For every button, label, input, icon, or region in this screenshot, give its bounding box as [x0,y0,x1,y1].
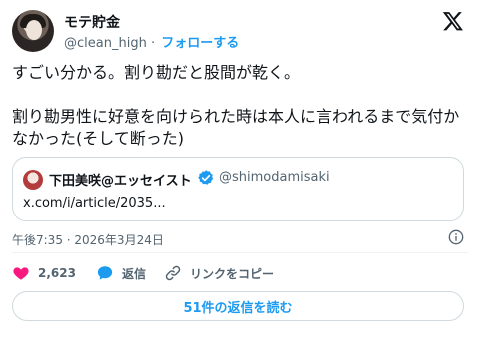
action-bar: 2,623 返信 リンクをコピー [12,262,468,284]
quoted-author-handle: @shimodamisaki [219,170,330,185]
avatar-face [26,20,42,40]
heart-icon [13,267,29,280]
quoted-article-link[interactable]: x.com/i/article/2035... [23,196,166,211]
author-handle-row: @clean_high · フォローする [64,32,239,51]
link-icon [165,265,181,281]
quoted-post[interactable]: 下田美咲@エッセイスト @shimodamisaki x.com/i/artic… [12,157,464,221]
reply-label: 返信 [122,266,147,281]
like-count: 2,623 [38,266,76,280]
follow-button[interactable]: フォローする [161,36,239,51]
embedded-post-card: モテ貯金 @clean_high · フォローする すごい分かる。割り勘だと股間… [0,0,480,340]
speech-bubble-icon [97,266,113,280]
like-button[interactable]: 2,623 [12,262,76,284]
reply-button[interactable]: 返信 [96,262,146,284]
verified-badge-icon [198,170,214,185]
handle-separator: · [150,36,156,51]
quoted-author-avatar [23,170,43,190]
info-icon[interactable] [448,229,464,245]
author-handle[interactable]: @clean_high [64,36,147,51]
post-timestamp[interactable]: 午後7:35 · 2026年3月24日 [12,231,164,248]
read-replies-button[interactable]: 51件の返信を読む [12,291,464,321]
divider-top [12,252,468,253]
post-text: すごい分かる。割り勘だと股間が乾く。 割り勘男性に好意を向けられた時は本人に言わ… [12,63,460,148]
quoted-author-name: 下田美咲@エッセイスト [49,174,192,189]
author-name[interactable]: モテ貯金 [64,12,120,32]
copy-link-button[interactable]: リンクをコピー [164,262,274,284]
author-avatar[interactable] [12,10,54,52]
copy-link-label: リンクをコピー [190,266,275,281]
x-logo-icon[interactable] [442,10,464,32]
